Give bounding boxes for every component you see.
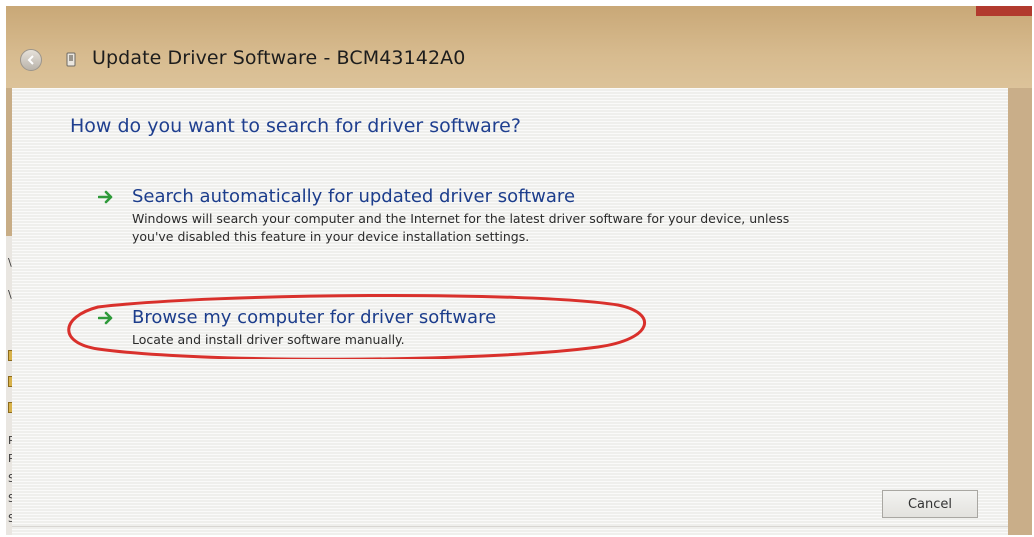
option-title: Browse my computer for driver software: [132, 307, 497, 328]
search-automatically-option[interactable]: Search automatically for updated driver …: [98, 186, 818, 271]
green-arrow-icon: [98, 311, 113, 325]
dialog-content: How do you want to search for driver sof…: [12, 88, 1008, 535]
option-description: Locate and install driver software manua…: [132, 332, 405, 347]
cancel-button[interactable]: Cancel: [882, 490, 978, 518]
green-arrow-icon: [98, 190, 113, 204]
photo-screen: \ \ Pr Pr Sc St Sy Update Driver Softwa: [0, 0, 1034, 537]
monitor-photo: \ \ Pr Pr Sc St Sy Update Driver Softwa: [6, 6, 1032, 535]
browse-computer-option[interactable]: Browse my computer for driver software L…: [98, 307, 658, 352]
title-bar: Update Driver Software - BCM43142A0: [6, 6, 1032, 88]
close-button[interactable]: [976, 6, 1032, 16]
dialog-question: How do you want to search for driver sof…: [70, 115, 521, 137]
option-title: Search automatically for updated driver …: [132, 186, 576, 207]
footer-divider: [12, 526, 1008, 527]
back-button[interactable]: [20, 49, 42, 71]
option-description: Windows will search your computer and th…: [132, 211, 790, 244]
device-icon: [66, 52, 76, 67]
window-title: Update Driver Software - BCM43142A0: [92, 47, 466, 69]
back-arrow-icon: [27, 55, 34, 65]
window-frame-edge: [1008, 88, 1032, 535]
